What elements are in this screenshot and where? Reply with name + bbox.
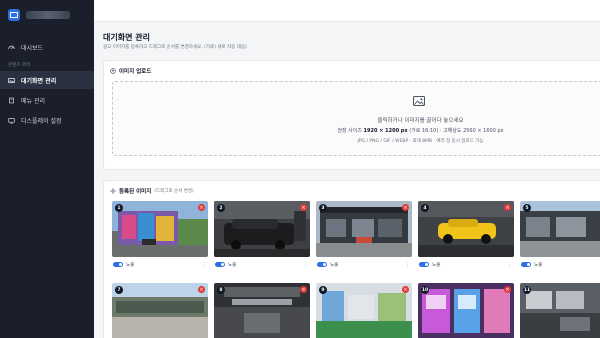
image-icon (8, 77, 15, 84)
book-icon (8, 97, 15, 104)
logo-icon (8, 9, 20, 21)
image-order-badge: 5 (523, 204, 531, 212)
image-controls: 노출 ⋮ (112, 260, 208, 269)
image-dropzone[interactable]: 클릭하거나 이미지를 끌어다 놓으세요 권장 사이즈 1920 × 1200 p… (112, 81, 600, 156)
thumbnail-image (214, 201, 310, 257)
visibility-label: 노출 (432, 262, 441, 268)
visibility-toggle[interactable] (113, 262, 123, 267)
delete-image-button[interactable]: × (198, 204, 205, 211)
visibility-label: 노출 (228, 262, 237, 268)
upload-card-title: 이미지 업로드 (110, 67, 151, 75)
thumbnail-image (418, 283, 514, 338)
sidebar-item-display-settings[interactable]: 디스플레이 설정 (0, 111, 94, 129)
gallery-card-title: 등록된 이미지 (드래그로 순서 변경) (110, 187, 194, 195)
delete-image-button[interactable]: × (504, 286, 511, 293)
visibility-label: 노출 (534, 262, 543, 268)
delete-image-button[interactable]: × (402, 204, 409, 211)
visibility-toggle[interactable] (215, 262, 225, 267)
dashboard-icon (8, 44, 15, 51)
delete-image-button[interactable]: × (300, 286, 307, 293)
delete-image-button[interactable]: × (198, 286, 205, 293)
thumbnail-image (520, 201, 600, 257)
thumbnail-image (418, 201, 514, 257)
delete-image-button[interactable]: × (402, 286, 409, 293)
more-menu-icon[interactable]: ⋮ (405, 262, 410, 268)
move-icon (110, 188, 116, 194)
visibility-label: 노출 (126, 262, 135, 268)
more-menu-icon[interactable]: ⋮ (507, 262, 512, 268)
sidebar-item-label: 디스플레이 설정 (21, 117, 62, 125)
visibility-toggle[interactable] (521, 262, 531, 267)
image-order-badge: 1 (115, 204, 123, 212)
image-controls: 노출 ⋮ (316, 260, 412, 269)
page-title: 대기화면 관리 (103, 33, 150, 42)
brand-name-redacted (26, 11, 70, 19)
thumbnail-image (316, 283, 412, 338)
main-content: 대기화면 관리 광고 이미지를 등록하고 드래그로 순서를 변경하세요. (가로… (94, 0, 600, 338)
more-menu-icon[interactable]: ⋮ (303, 262, 308, 268)
image-order-badge: 11 (523, 286, 531, 294)
visibility-label: 노출 (330, 262, 339, 268)
image-order-badge: 10 (421, 286, 429, 294)
thumbnail-image (520, 283, 600, 338)
brand (0, 0, 94, 30)
dropzone-prompt: 클릭하거나 이미지를 끌어다 놓으세요 (377, 118, 464, 124)
image-controls: 노출 ⋮ (418, 260, 514, 269)
visibility-toggle[interactable] (317, 262, 327, 267)
delete-image-button[interactable]: × (300, 204, 307, 211)
page-description: 광고 이미지를 등록하고 드래그로 순서를 변경하세요. (가로) 세로 자동 … (103, 45, 247, 50)
dropzone-size-info: 권장 사이즈 1920 × 1200 px (가로 16:10) · 고해상도 … (337, 128, 504, 134)
sidebar-item-menu[interactable]: 메뉴 관리 (0, 91, 94, 109)
sidebar-item-label: 대기화면 관리 (21, 77, 57, 85)
upload-icon (110, 68, 116, 74)
settings-icon (8, 117, 15, 124)
image-order-badge: 7 (115, 286, 123, 294)
image-order-badge: 8 (217, 286, 225, 294)
sidebar-item-standby-screen[interactable]: 대기화면 관리 (0, 71, 94, 89)
image-order-badge: 2 (217, 204, 225, 212)
thumbnail-image (112, 201, 208, 257)
sidebar: 대시보드 콘텐츠 관리 대기화면 관리 메뉴 관리 디스플레이 설정 (0, 0, 94, 338)
image-upload-icon (413, 96, 425, 106)
thumbnail-image (316, 201, 412, 257)
visibility-toggle[interactable] (419, 262, 429, 267)
image-order-badge: 3 (319, 204, 327, 212)
image-order-badge: 9 (319, 286, 327, 294)
sidebar-item-dashboard[interactable]: 대시보드 (0, 38, 94, 56)
delete-image-button[interactable]: × (504, 204, 511, 211)
image-order-badge: 4 (421, 204, 429, 212)
sidebar-item-label: 메뉴 관리 (21, 97, 45, 105)
sidebar-item-label: 대시보드 (21, 44, 44, 52)
dropzone-format-info: JPG / PNG / GIF / WEBP · 최대 8MB · 여러 장 동… (357, 139, 484, 144)
thumbnail-image (112, 283, 208, 338)
image-controls: 노출 (520, 260, 600, 269)
top-bar (94, 0, 600, 22)
thumbnail-image (214, 283, 310, 338)
sidebar-section-label: 콘텐츠 관리 (8, 63, 31, 68)
upload-card: 이미지 업로드 클릭하거나 이미지를 끌어다 놓으세요 권장 사이즈 1920 … (103, 60, 600, 170)
more-menu-icon[interactable]: ⋮ (201, 262, 206, 268)
image-controls: 노출 ⋮ (214, 260, 310, 269)
